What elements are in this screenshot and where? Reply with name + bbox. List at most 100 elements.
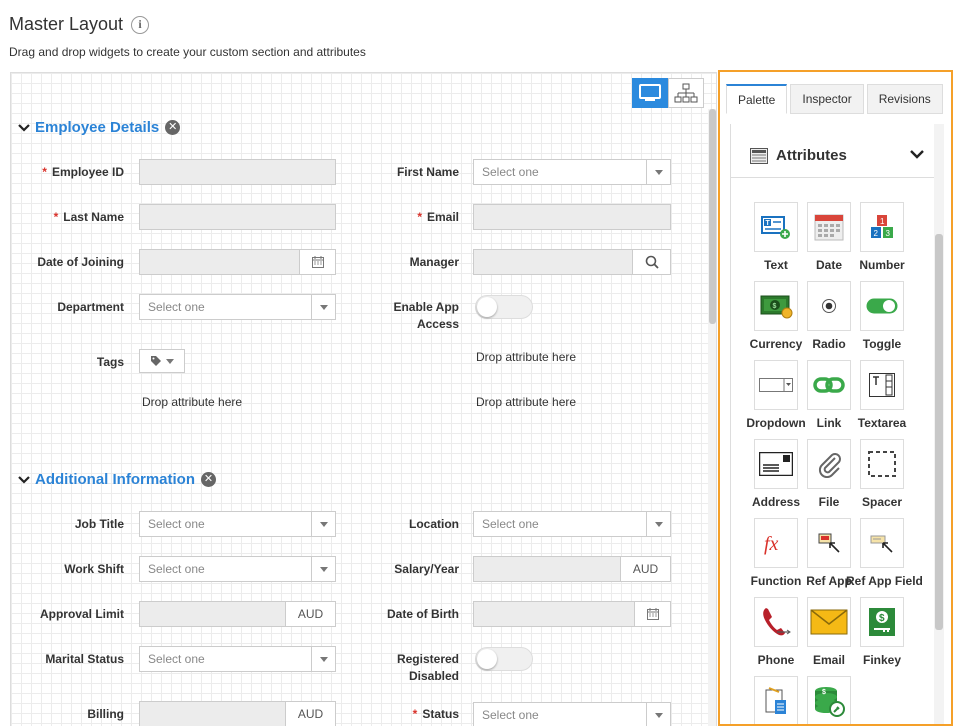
tags-button[interactable]	[139, 349, 185, 373]
widget-panel: Palette Inspector Revisions Attributes T…	[718, 70, 953, 726]
drop-zone-left[interactable]: Drop attribute here	[142, 395, 242, 409]
email-field[interactable]	[473, 204, 671, 230]
widget-spacer[interactable]: Spacer	[846, 439, 918, 509]
currency-addon: AUD	[620, 557, 670, 581]
envelope-icon	[810, 609, 848, 635]
panel-tabs: Palette Inspector Revisions	[726, 84, 946, 114]
status-select[interactable]: Select one	[473, 702, 671, 726]
date-of-joining-field[interactable]	[139, 249, 336, 275]
attributes-title: Attributes	[776, 147, 847, 164]
dropdown-icon	[759, 378, 793, 392]
palette-scrollbar-thumb[interactable]	[935, 234, 943, 630]
svg-text:fx: fx	[764, 533, 779, 555]
enable-app-access-label: Enable App Access	[393, 300, 459, 331]
svg-text:$: $	[822, 689, 826, 696]
svg-text:$: $	[879, 613, 885, 624]
tab-palette[interactable]: Palette	[726, 84, 788, 114]
hierarchy-view-button[interactable]	[668, 78, 704, 108]
calendar-grid-icon	[814, 214, 844, 241]
first-name-select[interactable]: Select one	[473, 159, 671, 185]
widget-coins-key[interactable]: $	[793, 676, 865, 724]
caret-down-icon	[311, 647, 335, 671]
work-shift-label: Work Shift	[64, 562, 124, 576]
marital-status-select[interactable]: Select one	[139, 646, 336, 672]
page-subtitle: Drag and drop widgets to create your cus…	[9, 45, 366, 59]
widget-textarea[interactable]: Textarea	[846, 360, 918, 430]
widget-ref-app-field[interactable]: Ref App Field	[846, 518, 923, 588]
billing-field[interactable]: AUD	[139, 701, 336, 726]
svg-text:1: 1	[880, 217, 885, 226]
email-label: * Email	[417, 210, 459, 224]
desktop-view-button[interactable]	[632, 78, 668, 108]
location-select[interactable]: Select one	[473, 511, 671, 537]
last-name-label: * Last Name	[53, 210, 124, 224]
tag-icon	[151, 356, 161, 366]
caret-down-icon	[646, 512, 670, 536]
job-title-select[interactable]: Select one	[139, 511, 336, 537]
view-toggle	[632, 78, 704, 108]
chevron-down-icon[interactable]	[17, 121, 31, 135]
tab-inspector[interactable]: Inspector	[790, 84, 864, 114]
currency-addon: AUD	[285, 702, 335, 726]
date-of-joining-label: Date of Joining	[37, 255, 124, 269]
widget-label: Toggle	[862, 337, 902, 351]
close-icon[interactable]: ✕	[165, 120, 181, 135]
page-title-text: Master Layout	[9, 14, 124, 34]
tags-label: Tags	[96, 355, 124, 369]
department-label: Department	[57, 300, 124, 314]
drop-zone-right-2[interactable]: Drop attribute here	[476, 395, 576, 409]
svg-text:T: T	[766, 220, 771, 227]
info-icon[interactable]: i	[131, 15, 150, 34]
widget-label: Spacer	[861, 495, 903, 509]
toggle-knob	[477, 297, 497, 317]
caret-down-icon	[311, 512, 335, 536]
department-select[interactable]: Select one	[139, 294, 336, 320]
svg-text:3: 3	[886, 229, 891, 238]
caret-down-icon	[646, 703, 670, 726]
close-icon[interactable]: ✕	[200, 472, 216, 487]
search-icon[interactable]	[632, 250, 670, 274]
section-employee-header[interactable]: Employee Details ✕	[17, 119, 181, 136]
employee-id-field[interactable]	[139, 159, 336, 185]
date-of-birth-field[interactable]	[473, 601, 671, 627]
layout-canvas: Employee Details ✕ * Employee ID First Na…	[10, 72, 717, 726]
phone-icon	[763, 608, 791, 636]
calendar-icon[interactable]	[299, 250, 335, 274]
manager-label: Manager	[409, 255, 459, 269]
toggle-knob	[477, 649, 497, 669]
attributes-header[interactable]: Attributes	[730, 134, 934, 178]
canvas-scrollbar-thumb[interactable]	[709, 109, 716, 324]
section-additional-title: Additional Information	[35, 471, 195, 488]
billing-label: Billing	[87, 707, 124, 721]
widget-label: Textarea	[857, 416, 907, 430]
registered-disabled-toggle[interactable]	[475, 647, 533, 671]
enable-app-access-toggle[interactable]	[475, 295, 533, 319]
salary-year-field[interactable]: AUD	[473, 556, 671, 582]
drop-zone-right[interactable]: Drop attribute here	[476, 350, 576, 364]
palette-scrollbar[interactable]	[934, 124, 944, 724]
widget-finkey[interactable]: $ Finkey	[846, 597, 918, 667]
section-additional-header[interactable]: Additional Information ✕	[17, 471, 216, 488]
manager-field[interactable]	[473, 249, 671, 275]
tab-revisions[interactable]: Revisions	[866, 84, 943, 114]
text-widget-icon: T	[761, 216, 790, 239]
svg-text:2: 2	[874, 229, 879, 238]
chevron-down-icon	[910, 150, 924, 159]
location-label: Location	[409, 517, 459, 531]
finkey-icon: $	[869, 608, 895, 636]
textarea-icon	[869, 373, 895, 397]
chevron-down-icon[interactable]	[17, 473, 31, 487]
last-name-field[interactable]	[139, 204, 336, 230]
job-title-label: Job Title	[74, 517, 124, 531]
date-of-birth-label: Date of Birth	[387, 607, 459, 621]
radio-icon	[822, 299, 836, 313]
canvas-scrollbar[interactable]	[708, 109, 716, 726]
work-shift-select[interactable]: Select one	[139, 556, 336, 582]
approval-limit-label: Approval Limit	[39, 607, 124, 621]
caret-down-icon	[311, 295, 335, 319]
widget-toggle[interactable]: Toggle	[846, 281, 918, 351]
approval-limit-field[interactable]: AUD	[139, 601, 336, 627]
widget-number[interactable]: 123 Number	[846, 202, 918, 272]
calendar-icon[interactable]	[634, 602, 670, 626]
widget-label: Finkey	[862, 653, 901, 667]
